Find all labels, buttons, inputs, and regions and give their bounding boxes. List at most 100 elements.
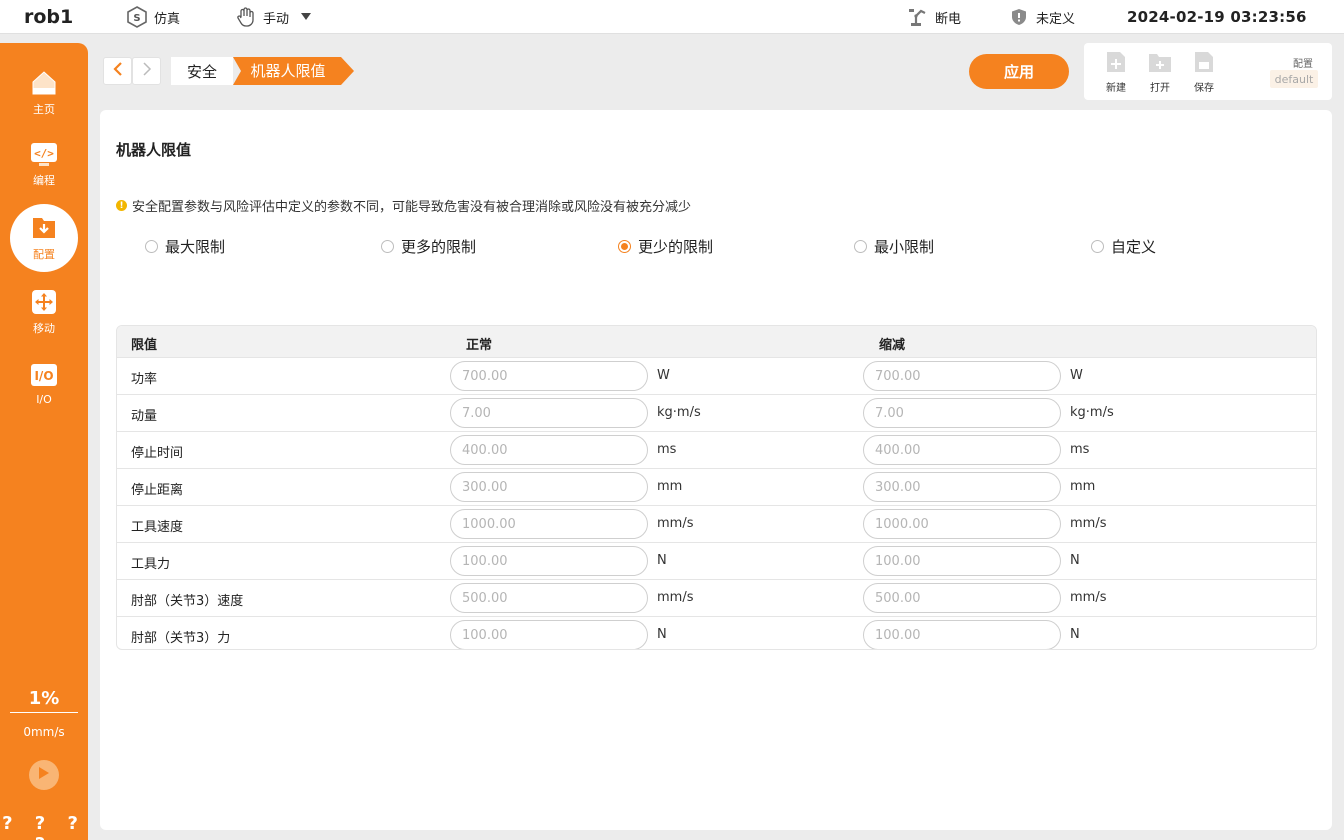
row-label: 停止时间 [131,446,184,461]
info-icon: ! [116,200,127,211]
stop-distance-normal-input[interactable] [450,472,648,502]
radio-button[interactable] [854,240,867,253]
code-icon: </> [30,140,58,168]
chevron-right-icon [142,62,152,80]
svg-text:S: S [133,13,140,24]
hand-icon [235,6,257,28]
datetime: 2024-02-19 03:23:56 [1127,8,1307,26]
elbow-force-normal-input[interactable] [450,620,648,649]
row-label: 工具力 [131,557,171,572]
tcp-speed: 0mm/s [23,725,65,739]
breadcrumb-robot-limits[interactable]: 机器人限值 [233,57,355,85]
unit-label: W [657,368,670,383]
radio-label: 更少的限制 [638,238,714,256]
apply-button[interactable]: 应用 [969,54,1069,89]
control-mode-dropdown[interactable]: 手动 [235,5,312,29]
page-title: 机器人限值 [116,141,192,159]
elbow-speed-normal-input[interactable] [450,583,648,613]
radio-fewer-limits[interactable]: 更少的限制 [618,236,713,257]
config-name[interactable]: default [1270,70,1318,88]
radio-custom[interactable]: 自定义 [1091,236,1156,257]
unit-label: mm/s [657,516,694,531]
config-icon [30,214,58,242]
unit-label: mm [657,479,683,494]
move-icon [30,288,58,316]
open-label: 打开 [1150,83,1170,94]
new-button[interactable]: 新建 [1098,49,1134,95]
tool-speed-reduced-input[interactable] [863,509,1061,539]
table-row: 肘部（关节3）速度 mm/s mm/s [117,579,1316,616]
momentum-reduced-input[interactable] [863,398,1061,428]
sidebar-item-program[interactable]: </> 编程 [0,131,88,197]
row-label: 功率 [131,372,158,387]
speed-percent[interactable]: 1% [0,688,88,709]
radio-label: 最大限制 [165,238,226,256]
warning-text: 安全配置参数与风险评估中定义的参数不同，可能导致危害没有被合理消除或风险没有被充… [132,200,692,215]
back-button[interactable] [103,57,132,85]
tool-force-normal-input[interactable] [450,546,648,576]
unit-label: mm/s [657,590,694,605]
stop-distance-reduced-input[interactable] [863,472,1061,502]
table-row: 肘部（关节3）力 N N [117,616,1316,649]
io-icon: I/O [30,361,58,389]
svg-text:</>: </> [34,147,54,160]
sidebar: 主页 </> 编程 配置 移动 I/O I/O 1% 0mm/s ? ? ? ? [0,43,88,840]
momentum-normal-input[interactable] [450,398,648,428]
tool-speed-normal-input[interactable] [450,509,648,539]
save-button[interactable]: 保存 [1186,49,1222,95]
table-row: 停止时间 ms ms [117,431,1316,468]
sidebar-item-io[interactable]: I/O I/O [0,350,88,416]
open-folder-icon [1148,49,1172,75]
row-label: 停止距离 [131,483,184,498]
control-mode-label: 手动 [263,11,290,27]
radio-label: 最小限制 [874,238,935,256]
power-normal-input[interactable] [450,361,648,391]
stop-time-normal-input[interactable] [450,435,648,465]
tool-force-reduced-input[interactable] [863,546,1061,576]
save-label: 保存 [1194,83,1214,94]
simulation-label: 仿真 [154,11,181,27]
sidebar-item-label: 移动 [33,322,55,335]
radio-button[interactable] [618,240,631,253]
power-reduced-input[interactable] [863,361,1061,391]
breadcrumb-safety[interactable]: 安全 [171,57,233,85]
unit-label: mm [1070,479,1096,494]
radio-button[interactable] [145,240,158,253]
table-row: 停止距离 mm mm [117,468,1316,505]
stop-time-reduced-input[interactable] [863,435,1061,465]
elbow-force-reduced-input[interactable] [863,620,1061,649]
table-row: 动量 kg·m/s kg·m/s [117,394,1316,431]
table-header: 限值 正常 缩减 [117,326,1316,357]
unit-label: ms [657,442,677,457]
sidebar-item-label: 配置 [33,248,55,261]
open-button[interactable]: 打开 [1142,49,1178,95]
config-label: 配置 [1293,59,1313,70]
unit-label: W [1070,368,1083,383]
header-reduced: 缩减 [879,338,906,353]
sidebar-item-home[interactable]: 主页 [0,60,88,126]
radio-button[interactable] [381,240,394,253]
elbow-speed-reduced-input[interactable] [863,583,1061,613]
forward-button[interactable] [132,57,161,85]
unit-label: N [657,627,667,642]
save-file-icon [1192,49,1216,75]
simulation-mode[interactable]: S 仿真 [126,5,180,29]
chevron-down-icon [301,10,312,25]
radio-more-limits[interactable]: 更多的限制 [381,236,476,257]
home-icon [30,69,58,97]
radio-min-limit[interactable]: 最小限制 [854,236,934,257]
sidebar-item-move[interactable]: 移动 [0,279,88,345]
simulation-icon: S [126,6,148,28]
play-button[interactable] [29,760,59,790]
safety-status[interactable]: 未定义 [1008,5,1075,29]
header-limit: 限值 [131,338,158,353]
row-label: 工具速度 [131,520,184,535]
radio-max-limit[interactable]: 最大限制 [145,236,225,257]
radio-button[interactable] [1091,240,1104,253]
power-status[interactable]: 断电 [907,5,961,29]
radio-label: 更多的限制 [401,238,477,256]
power-label: 断电 [935,11,962,27]
sidebar-item-config[interactable]: 配置 [10,204,78,272]
safety-label: 未定义 [1036,11,1076,27]
row-label: 肘部（关节3）速度 [131,594,244,609]
